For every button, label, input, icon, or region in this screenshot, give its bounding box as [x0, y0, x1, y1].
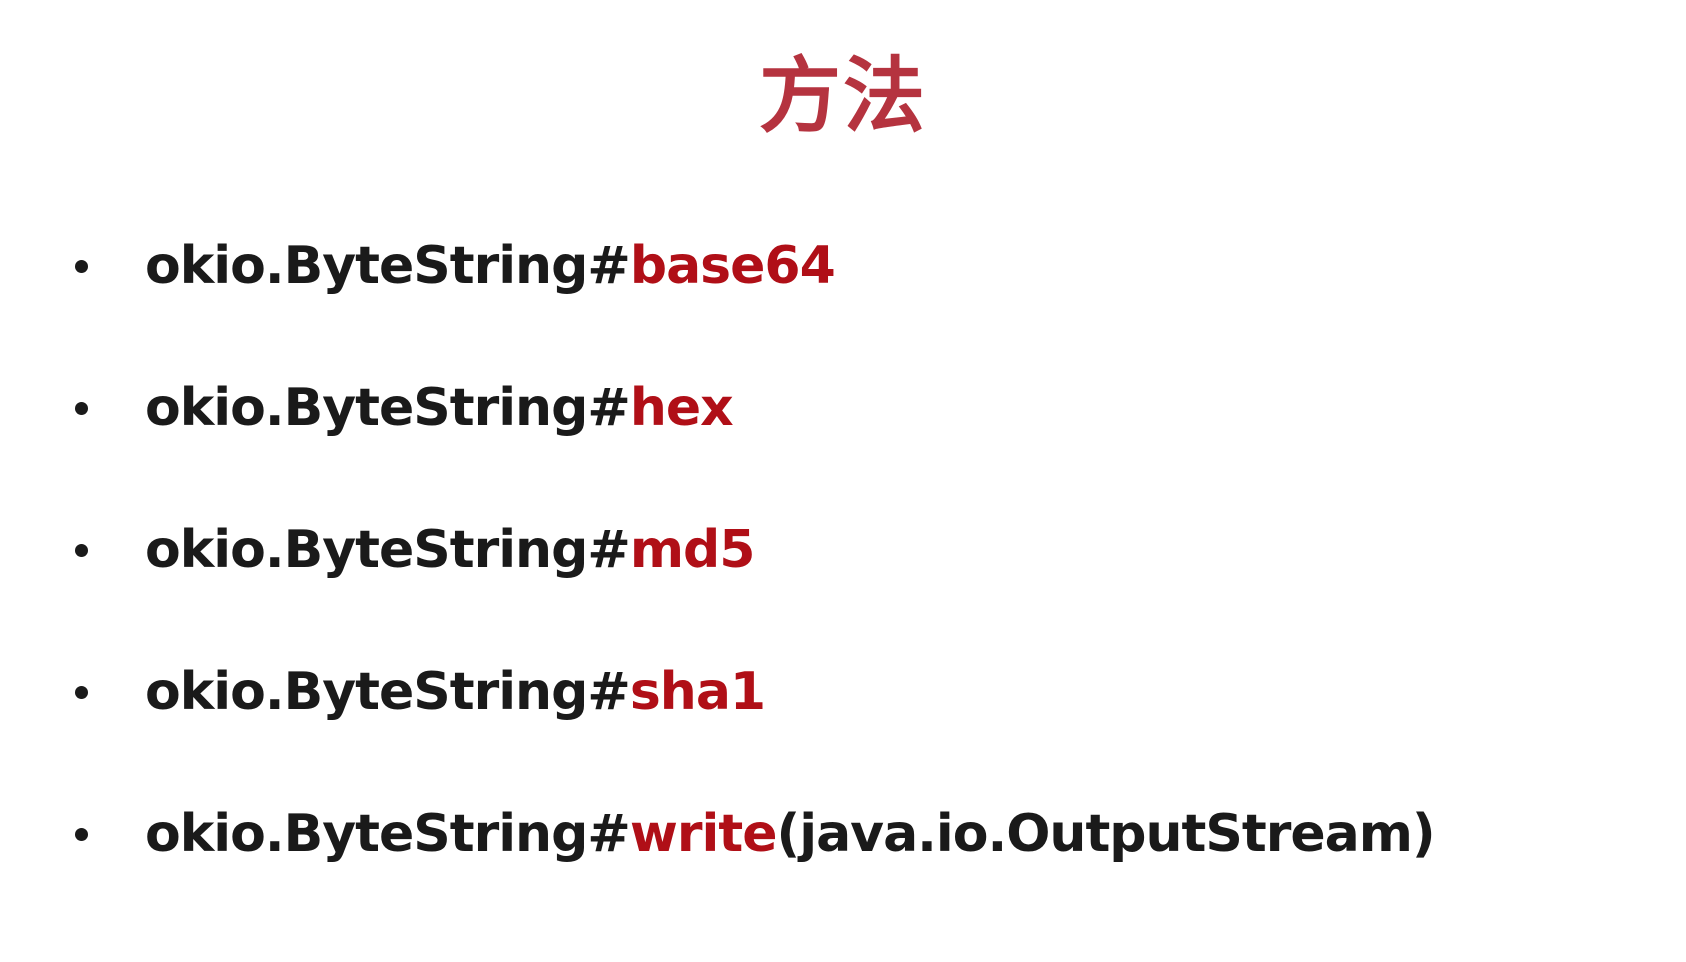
list-item: okio.ByteString# hex: [75, 368, 734, 448]
class-name: okio.ByteString#: [145, 236, 631, 296]
list-item: okio.ByteString# base64: [75, 226, 836, 306]
slide: 方法 okio.ByteString# base64 okio.ByteStrin…: [0, 0, 1686, 962]
bullet-icon: [75, 544, 88, 557]
class-name: okio.ByteString#: [145, 662, 631, 722]
method-name: base64: [629, 236, 836, 296]
list-item: okio.ByteString# md5: [75, 510, 756, 590]
class-name: okio.ByteString#: [145, 520, 631, 580]
method-name: md5: [629, 520, 756, 580]
bullet-icon: [75, 686, 88, 699]
bullet-icon: [75, 402, 88, 415]
method-name: hex: [629, 378, 734, 438]
list-item: okio.ByteString# sha1: [75, 652, 766, 732]
class-name: okio.ByteString#: [145, 804, 631, 864]
class-name: okio.ByteString#: [145, 378, 631, 438]
method-name: write: [629, 804, 778, 864]
method-name: sha1: [629, 662, 766, 722]
method-list: okio.ByteString# base64 okio.ByteString# h…: [0, 0, 1686, 962]
list-item: okio.ByteString# write (java.io.OutputStre…: [75, 794, 1436, 874]
method-params: (java.io.OutputStream): [776, 804, 1436, 864]
bullet-icon: [75, 260, 88, 273]
bullet-icon: [75, 828, 88, 841]
